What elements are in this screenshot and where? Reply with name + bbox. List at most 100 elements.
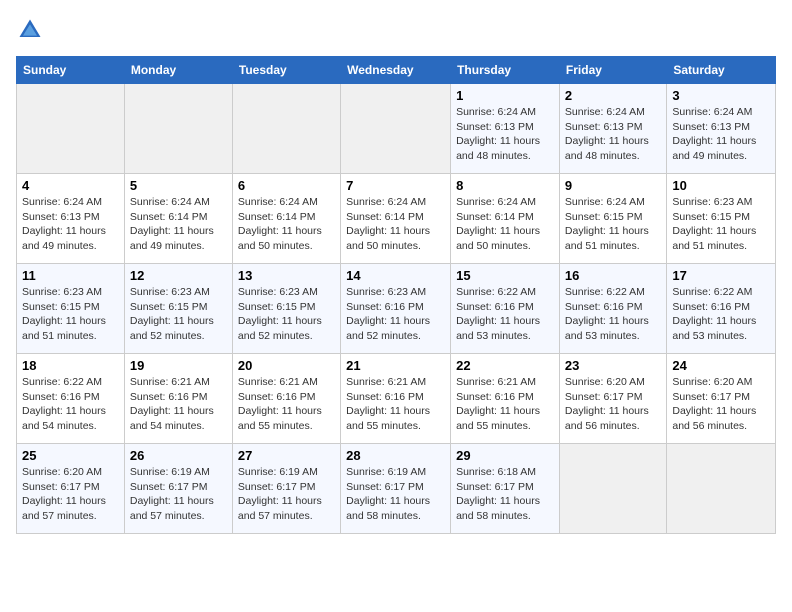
day-detail: Sunrise: 6:24 AMSunset: 6:14 PMDaylight:…	[346, 195, 445, 254]
day-number: 5	[130, 178, 227, 193]
calendar-cell: 9 Sunrise: 6:24 AMSunset: 6:15 PMDaylight…	[559, 174, 666, 264]
day-header: Monday	[124, 57, 232, 84]
day-detail: Sunrise: 6:24 AMSunset: 6:14 PMDaylight:…	[130, 195, 227, 254]
day-detail: Sunrise: 6:24 AMSunset: 6:13 PMDaylight:…	[22, 195, 119, 254]
calendar-cell: 29 Sunrise: 6:18 AMSunset: 6:17 PMDayligh…	[451, 444, 560, 534]
calendar-cell: 8 Sunrise: 6:24 AMSunset: 6:14 PMDaylight…	[451, 174, 560, 264]
day-number: 10	[672, 178, 770, 193]
day-number: 22	[456, 358, 554, 373]
day-detail: Sunrise: 6:24 AMSunset: 6:14 PMDaylight:…	[456, 195, 554, 254]
day-detail: Sunrise: 6:24 AMSunset: 6:15 PMDaylight:…	[565, 195, 661, 254]
day-number: 20	[238, 358, 335, 373]
calendar-cell: 13 Sunrise: 6:23 AMSunset: 6:15 PMDayligh…	[232, 264, 340, 354]
day-detail: Sunrise: 6:22 AMSunset: 6:16 PMDaylight:…	[22, 375, 119, 434]
day-number: 3	[672, 88, 770, 103]
page-header	[16, 16, 776, 44]
day-number: 1	[456, 88, 554, 103]
day-detail: Sunrise: 6:24 AMSunset: 6:13 PMDaylight:…	[565, 105, 661, 164]
day-detail: Sunrise: 6:24 AMSunset: 6:14 PMDaylight:…	[238, 195, 335, 254]
calendar-cell	[124, 84, 232, 174]
day-number: 6	[238, 178, 335, 193]
calendar-cell: 18 Sunrise: 6:22 AMSunset: 6:16 PMDayligh…	[17, 354, 125, 444]
day-detail: Sunrise: 6:23 AMSunset: 6:16 PMDaylight:…	[346, 285, 445, 344]
day-number: 26	[130, 448, 227, 463]
day-detail: Sunrise: 6:23 AMSunset: 6:15 PMDaylight:…	[130, 285, 227, 344]
day-number: 9	[565, 178, 661, 193]
day-number: 7	[346, 178, 445, 193]
calendar-cell: 24Sunrise: 6:20 AMSunset: 6:17 PMDayligh…	[667, 354, 776, 444]
day-detail: Sunrise: 6:23 AMSunset: 6:15 PMDaylight:…	[22, 285, 119, 344]
calendar-cell: 27 Sunrise: 6:19 AMSunset: 6:17 PMDayligh…	[232, 444, 340, 534]
day-header: Thursday	[451, 57, 560, 84]
day-number: 25	[22, 448, 119, 463]
calendar-table: SundayMondayTuesdayWednesdayThursdayFrid…	[16, 56, 776, 534]
day-detail: Sunrise: 6:21 AMSunset: 6:16 PMDaylight:…	[130, 375, 227, 434]
calendar-cell: 2 Sunrise: 6:24 AMSunset: 6:13 PMDaylight…	[559, 84, 666, 174]
calendar-week-row: 18 Sunrise: 6:22 AMSunset: 6:16 PMDayligh…	[17, 354, 776, 444]
calendar-cell: 23 Sunrise: 6:20 AMSunset: 6:17 PMDayligh…	[559, 354, 666, 444]
day-header: Wednesday	[341, 57, 451, 84]
calendar-cell: 17Sunrise: 6:22 AMSunset: 6:16 PMDayligh…	[667, 264, 776, 354]
calendar-week-row: 11 Sunrise: 6:23 AMSunset: 6:15 PMDayligh…	[17, 264, 776, 354]
day-number: 23	[565, 358, 661, 373]
calendar-cell: 15 Sunrise: 6:22 AMSunset: 6:16 PMDayligh…	[451, 264, 560, 354]
day-detail: Sunrise: 6:18 AMSunset: 6:17 PMDaylight:…	[456, 465, 554, 524]
logo	[16, 16, 48, 44]
day-number: 12	[130, 268, 227, 283]
calendar-cell: 22 Sunrise: 6:21 AMSunset: 6:16 PMDayligh…	[451, 354, 560, 444]
logo-icon	[16, 16, 44, 44]
day-number: 14	[346, 268, 445, 283]
day-number: 27	[238, 448, 335, 463]
day-number: 16	[565, 268, 661, 283]
day-detail: Sunrise: 6:23 AMSunset: 6:15 PMDaylight:…	[238, 285, 335, 344]
calendar-cell: 16 Sunrise: 6:22 AMSunset: 6:16 PMDayligh…	[559, 264, 666, 354]
day-detail: Sunrise: 6:24 AMSunset: 6:13 PMDaylight:…	[672, 105, 770, 164]
day-number: 15	[456, 268, 554, 283]
day-number: 13	[238, 268, 335, 283]
day-detail: Sunrise: 6:19 AMSunset: 6:17 PMDaylight:…	[238, 465, 335, 524]
day-detail: Sunrise: 6:22 AMSunset: 6:16 PMDaylight:…	[456, 285, 554, 344]
day-detail: Sunrise: 6:24 AMSunset: 6:13 PMDaylight:…	[456, 105, 554, 164]
day-number: 28	[346, 448, 445, 463]
day-detail: Sunrise: 6:20 AMSunset: 6:17 PMDaylight:…	[22, 465, 119, 524]
day-detail: Sunrise: 6:20 AMSunset: 6:17 PMDaylight:…	[565, 375, 661, 434]
day-header: Sunday	[17, 57, 125, 84]
calendar-cell: 10Sunrise: 6:23 AMSunset: 6:15 PMDayligh…	[667, 174, 776, 264]
calendar-cell: 21 Sunrise: 6:21 AMSunset: 6:16 PMDayligh…	[341, 354, 451, 444]
calendar-cell	[667, 444, 776, 534]
day-number: 29	[456, 448, 554, 463]
calendar-cell: 12 Sunrise: 6:23 AMSunset: 6:15 PMDayligh…	[124, 264, 232, 354]
calendar-cell: 14 Sunrise: 6:23 AMSunset: 6:16 PMDayligh…	[341, 264, 451, 354]
calendar-cell: 5 Sunrise: 6:24 AMSunset: 6:14 PMDaylight…	[124, 174, 232, 264]
calendar-week-row: 4 Sunrise: 6:24 AMSunset: 6:13 PMDaylight…	[17, 174, 776, 264]
day-number: 4	[22, 178, 119, 193]
day-header: Friday	[559, 57, 666, 84]
calendar-cell: 11 Sunrise: 6:23 AMSunset: 6:15 PMDayligh…	[17, 264, 125, 354]
day-number: 18	[22, 358, 119, 373]
day-detail: Sunrise: 6:21 AMSunset: 6:16 PMDaylight:…	[238, 375, 335, 434]
day-number: 11	[22, 268, 119, 283]
calendar-body: 1 Sunrise: 6:24 AMSunset: 6:13 PMDaylight…	[17, 84, 776, 534]
calendar-cell: 1 Sunrise: 6:24 AMSunset: 6:13 PMDaylight…	[451, 84, 560, 174]
day-detail: Sunrise: 6:22 AMSunset: 6:16 PMDaylight:…	[565, 285, 661, 344]
calendar-cell: 7 Sunrise: 6:24 AMSunset: 6:14 PMDaylight…	[341, 174, 451, 264]
calendar-cell	[232, 84, 340, 174]
day-detail: Sunrise: 6:19 AMSunset: 6:17 PMDaylight:…	[346, 465, 445, 524]
day-header: Tuesday	[232, 57, 340, 84]
day-detail: Sunrise: 6:21 AMSunset: 6:16 PMDaylight:…	[346, 375, 445, 434]
calendar-header-row: SundayMondayTuesdayWednesdayThursdayFrid…	[17, 57, 776, 84]
day-number: 8	[456, 178, 554, 193]
day-number: 21	[346, 358, 445, 373]
calendar-cell	[341, 84, 451, 174]
day-detail: Sunrise: 6:21 AMSunset: 6:16 PMDaylight:…	[456, 375, 554, 434]
calendar-cell	[559, 444, 666, 534]
calendar-cell: 19 Sunrise: 6:21 AMSunset: 6:16 PMDayligh…	[124, 354, 232, 444]
calendar-cell: 26 Sunrise: 6:19 AMSunset: 6:17 PMDayligh…	[124, 444, 232, 534]
calendar-cell: 3 Sunrise: 6:24 AMSunset: 6:13 PMDaylight…	[667, 84, 776, 174]
day-detail: Sunrise: 6:22 AMSunset: 6:16 PMDaylight:…	[672, 285, 770, 344]
day-number: 2	[565, 88, 661, 103]
calendar-week-row: 1 Sunrise: 6:24 AMSunset: 6:13 PMDaylight…	[17, 84, 776, 174]
day-detail: Sunrise: 6:19 AMSunset: 6:17 PMDaylight:…	[130, 465, 227, 524]
day-number: 19	[130, 358, 227, 373]
calendar-week-row: 25 Sunrise: 6:20 AMSunset: 6:17 PMDayligh…	[17, 444, 776, 534]
